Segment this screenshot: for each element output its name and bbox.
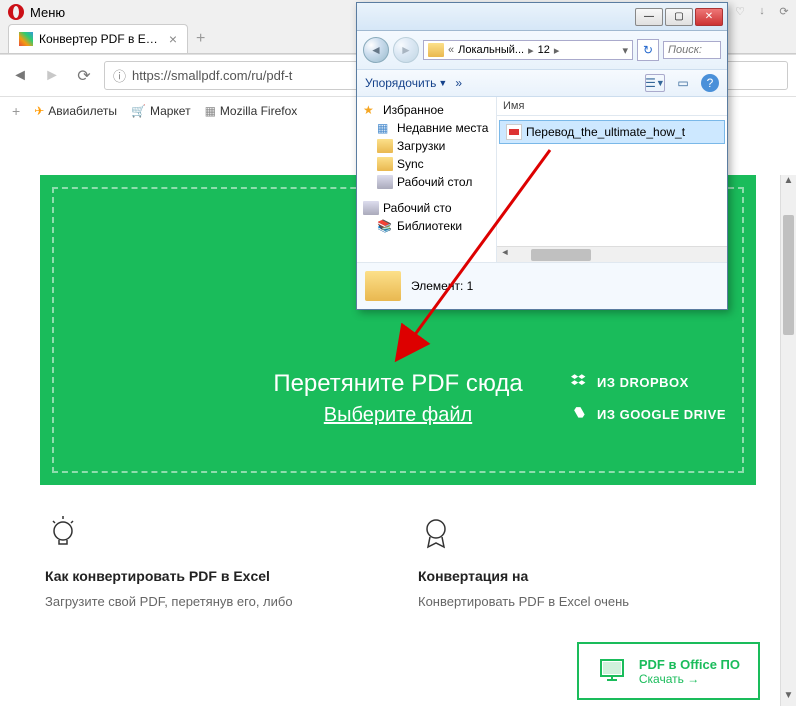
folder-tree[interactable]: ★Избранное ▦Недавние места Загрузки Sync… [357, 97, 497, 262]
status-bar: Элемент: 1 [357, 262, 727, 309]
column-header-name[interactable]: Имя [497, 97, 727, 116]
dropbox-button[interactable]: ИЗ DROPBOX [571, 373, 726, 391]
new-tab-button[interactable]: + [188, 26, 213, 52]
folder-icon [428, 43, 444, 57]
item-count: Элемент: 1 [411, 279, 473, 293]
scroll-down-arrow[interactable]: ▼ [781, 690, 796, 706]
hscroll-thumb[interactable] [531, 249, 591, 261]
badge-icon [418, 515, 454, 551]
back-button[interactable]: ◄ [8, 64, 32, 88]
feature2-title: Конвертация на [418, 568, 751, 584]
heart-icon[interactable]: ♡ [730, 2, 750, 20]
tree-libraries[interactable]: 📚Библиотеки [359, 217, 494, 235]
tree-favorites[interactable]: ★Избранное [359, 101, 494, 119]
tree-recent[interactable]: ▦Недавние места [359, 119, 494, 137]
menu-label[interactable]: Меню [30, 5, 65, 20]
reload-button[interactable]: ⟳ [72, 64, 96, 88]
tree-desktop[interactable]: Рабочий стол [359, 173, 494, 191]
view-button[interactable]: ☰▼ [645, 74, 665, 92]
opera-icon [8, 4, 24, 20]
browser-tab[interactable]: Конвертер PDF в Excel | S × [8, 24, 188, 53]
bookmark-aviabilety[interactable]: ✈Авиабилеты [34, 104, 117, 118]
cta-title: PDF в Office ПО [639, 657, 740, 672]
nav-forward-button[interactable]: ► [393, 37, 419, 63]
tab-title: Конвертер PDF в Excel | S [39, 32, 163, 46]
preview-pane-button[interactable]: ▭ [673, 74, 693, 92]
feature2-desc: Конвертировать PDF в Excel очень [418, 592, 751, 612]
organize-button[interactable]: Упорядочить ▼ [365, 76, 447, 90]
gdrive-button[interactable]: ИЗ GOOGLE DRIVE [571, 405, 726, 423]
feature1-desc: Загрузите свой PDF, перетянув его, либо [45, 592, 378, 612]
tree-sync[interactable]: Sync [359, 155, 494, 173]
folder-icon [365, 271, 401, 301]
horizontal-scrollbar[interactable]: ◄ [497, 246, 727, 262]
search-input[interactable] [663, 41, 721, 59]
forward-button[interactable]: ► [40, 64, 64, 88]
add-bookmark-button[interactable]: + [12, 103, 20, 119]
close-icon[interactable]: × [169, 31, 177, 47]
window-titlebar[interactable]: — ▢ ✕ [357, 3, 727, 31]
tree-downloads[interactable]: Загрузки [359, 137, 494, 155]
file-list[interactable]: Имя Перевод_the_ultimate_how_t ◄ [497, 97, 727, 262]
choose-file-link[interactable]: Выберите файл [324, 404, 472, 427]
nav-back-button[interactable]: ◄ [363, 37, 389, 63]
dropbox-icon [571, 373, 589, 391]
file-item[interactable]: Перевод_the_ultimate_how_t [499, 120, 725, 144]
lightbulb-icon [45, 515, 81, 551]
refresh-button[interactable]: ↻ [637, 39, 659, 61]
file-explorer-window: — ▢ ✕ ◄ ► « Локальный... ▸ 12 ▸ ▾ ↻ Упор… [356, 2, 728, 310]
cta-box[interactable]: PDF в Office ПО Скачать → [577, 642, 760, 700]
download-icon[interactable]: ↓ [752, 2, 772, 20]
scroll-up-arrow[interactable]: ▲ [781, 175, 796, 191]
share-button[interactable]: » [455, 76, 462, 90]
feature1-title: Как конвертировать PDF в Excel [45, 568, 378, 584]
gdrive-icon [571, 405, 589, 423]
sync-icon[interactable]: ⟳ [774, 2, 794, 20]
pdf-icon [506, 124, 522, 140]
vertical-scrollbar[interactable]: ▲ ▼ [780, 175, 796, 706]
file-name: Перевод_the_ultimate_how_t [526, 125, 685, 139]
close-button[interactable]: ✕ [695, 8, 723, 26]
tab-favicon [19, 32, 33, 46]
tree-desktop2[interactable]: Рабочий сто [359, 199, 494, 217]
help-button[interactable]: ? [701, 74, 719, 92]
breadcrumb[interactable]: « Локальный... ▸ 12 ▸ ▾ [423, 40, 633, 60]
bookmark-market[interactable]: 🛒Маркет [131, 104, 191, 118]
computer-icon [597, 656, 627, 686]
info-icon: ⓘ [113, 66, 126, 85]
minimize-button[interactable]: — [635, 8, 663, 26]
cta-download-link[interactable]: Скачать → [639, 672, 740, 686]
scroll-thumb[interactable] [783, 215, 794, 335]
bookmark-firefox[interactable]: ▦Mozilla Firefox [205, 104, 298, 118]
maximize-button[interactable]: ▢ [665, 8, 693, 26]
url-text: https://smallpdf.com/ru/pdf-t [132, 68, 292, 83]
